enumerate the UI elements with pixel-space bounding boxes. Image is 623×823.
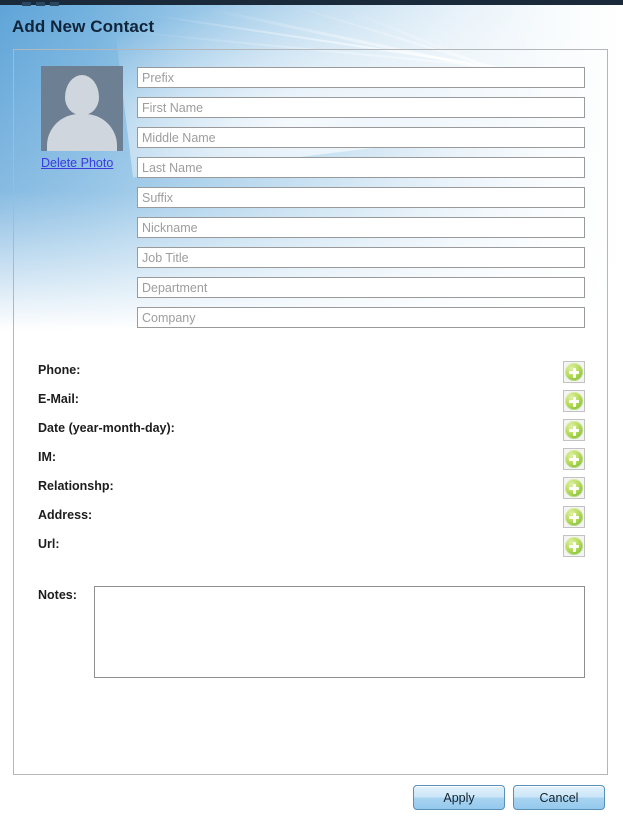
date-label: Date (year-month-day): (38, 421, 175, 435)
add-date-button[interactable] (563, 419, 585, 441)
first-name-input[interactable] (137, 97, 585, 118)
add-email-button[interactable] (563, 390, 585, 412)
field-row-email: E-Mail: (38, 390, 585, 419)
add-relationship-button[interactable] (563, 477, 585, 499)
plus-circle-icon (565, 537, 583, 555)
multi-value-rows: Phone: E-Mail: Date (year-month-day): IM: Re… (38, 361, 585, 564)
chrome-blip (50, 2, 59, 6)
field-row-url: Url: (38, 535, 585, 564)
plus-circle-icon (565, 450, 583, 468)
field-row-phone: Phone: (38, 361, 585, 390)
person-silhouette-icon (65, 75, 99, 115)
relationship-label: Relationshp: (38, 479, 114, 493)
add-url-button[interactable] (563, 535, 585, 557)
add-new-contact-dialog: Add New Contact Delete Photo Phone: E-Mai… (0, 0, 623, 823)
delete-photo-link[interactable]: Delete Photo (41, 156, 113, 170)
plus-circle-icon (565, 508, 583, 526)
company-input[interactable] (137, 307, 585, 328)
chrome-blip (22, 2, 31, 6)
field-row-address: Address: (38, 506, 585, 535)
page-title: Add New Contact (12, 17, 155, 36)
field-row-relationship: Relationshp: (38, 477, 585, 506)
address-label: Address: (38, 508, 93, 522)
nickname-input[interactable] (137, 217, 585, 238)
plus-circle-icon (565, 363, 583, 381)
chrome-blip (36, 2, 45, 6)
field-row-date: Date (year-month-day): (38, 419, 585, 448)
plus-circle-icon (565, 479, 583, 497)
add-im-button[interactable] (563, 448, 585, 470)
dialog-footer: Apply Cancel (0, 785, 623, 823)
prefix-input[interactable] (137, 67, 585, 88)
name-fields-column (137, 67, 585, 337)
contact-photo[interactable] (41, 66, 123, 151)
email-label: E-Mail: (38, 392, 79, 406)
person-silhouette-icon (47, 114, 117, 151)
add-address-button[interactable] (563, 506, 585, 528)
url-label: Url: (38, 537, 60, 551)
notes-label: Notes: (38, 588, 77, 602)
im-label: IM: (38, 450, 57, 464)
suffix-input[interactable] (137, 187, 585, 208)
add-phone-button[interactable] (563, 361, 585, 383)
phone-label: Phone: (38, 363, 81, 377)
middle-name-input[interactable] (137, 127, 585, 148)
window-chrome-strip (0, 0, 623, 6)
photo-block: Delete Photo (41, 66, 131, 172)
plus-circle-icon (565, 421, 583, 439)
notes-input[interactable] (94, 586, 585, 678)
apply-button[interactable]: Apply (413, 785, 505, 810)
department-input[interactable] (137, 277, 585, 298)
plus-circle-icon (565, 392, 583, 410)
cancel-button[interactable]: Cancel (513, 785, 605, 810)
field-row-im: IM: (38, 448, 585, 477)
job-title-input[interactable] (137, 247, 585, 268)
last-name-input[interactable] (137, 157, 585, 178)
